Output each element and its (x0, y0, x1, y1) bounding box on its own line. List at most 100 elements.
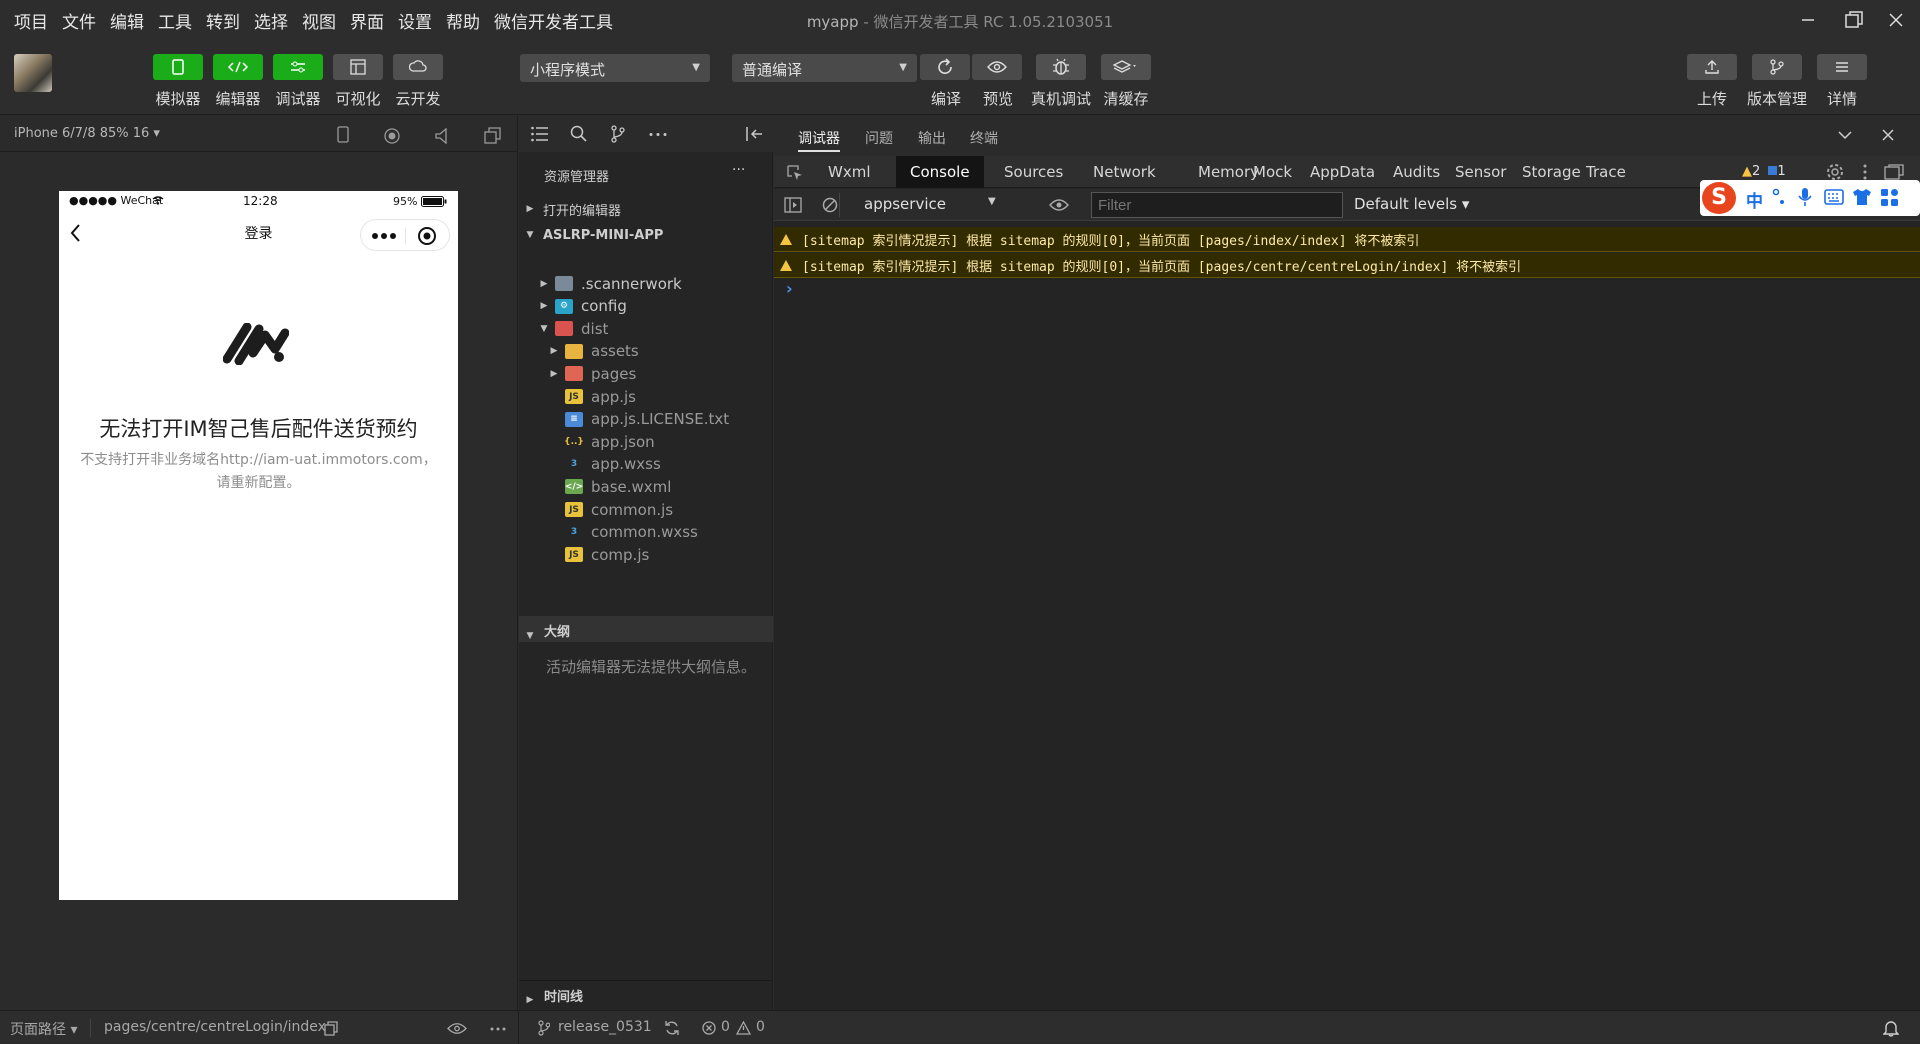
chevron-down-icon[interactable] (1838, 130, 1852, 140)
log-levels-select[interactable]: Default levels ▾ (1354, 195, 1469, 213)
console-warning-row[interactable]: [sitemap 索引情况提示] 根据 sitemap 的规则[0]，当前页面 … (774, 253, 1920, 278)
explorer-more-button[interactable]: ··· (732, 162, 745, 178)
debugger-toggle-button[interactable] (273, 54, 323, 80)
cloud-dev-label: 云开发 (395, 90, 441, 108)
code-icon (227, 61, 249, 73)
warning-count: 2 (1752, 164, 1761, 179)
gear-icon[interactable] (1826, 163, 1844, 181)
warning-count-badge[interactable]: ▲2 1 (1742, 164, 1786, 179)
timeline-section[interactable]: ▶ 时间线 (519, 980, 773, 1006)
tab-console[interactable]: Console (896, 156, 984, 188)
inspect-element-icon[interactable] (786, 164, 804, 182)
warning-count[interactable]: 0 (756, 1019, 765, 1035)
menu-item[interactable]: 微信开发者工具 (494, 8, 613, 33)
error-count[interactable]: 0 (721, 1019, 730, 1035)
phone-rotate-icon[interactable] (336, 126, 350, 144)
remote-debug-button[interactable] (1036, 54, 1086, 80)
branch-icon (538, 1020, 550, 1036)
visual-toggle-button[interactable] (333, 54, 383, 80)
compile-button[interactable] (920, 54, 970, 80)
menu-item[interactable]: 界面 (350, 8, 384, 33)
close-window-button[interactable] (1872, 0, 1920, 40)
warning-icon (736, 1021, 751, 1035)
preview-label: 预览 (982, 90, 1013, 108)
punctuation-icon[interactable] (1772, 188, 1788, 206)
menu-item[interactable]: 视图 (302, 8, 336, 33)
tab-sources[interactable]: Sources (990, 156, 1077, 188)
open-editors-section[interactable]: ▶ 打开的编辑器 (519, 196, 773, 222)
clear-console-icon[interactable] (822, 197, 838, 213)
dock-icon[interactable] (1884, 164, 1904, 180)
more-horizontal-icon[interactable] (649, 132, 667, 137)
menu-item[interactable]: 工具 (158, 8, 192, 33)
record-icon[interactable] (383, 127, 401, 145)
eye-icon[interactable] (1049, 198, 1069, 212)
close-miniprogram-icon[interactable] (417, 226, 437, 246)
eye-icon[interactable] (447, 1022, 467, 1035)
skin-icon[interactable] (1852, 188, 1872, 206)
more-dots-icon[interactable] (371, 232, 397, 240)
carrier-text: ●●●●● WeChat (69, 194, 164, 207)
menu-item[interactable]: 编辑 (110, 8, 144, 33)
menu-item[interactable]: 设置 (398, 8, 432, 33)
search-icon[interactable] (570, 125, 588, 143)
source-control-icon[interactable] (610, 125, 626, 143)
tab-trace[interactable]: Trace (1572, 156, 1640, 188)
kebab-menu-icon[interactable] (1862, 164, 1868, 180)
ime-language-toggle[interactable]: 中 (1746, 187, 1763, 212)
tab-debugger[interactable]: 调试器 (798, 128, 840, 148)
close-icon[interactable] (1881, 128, 1895, 142)
console-filter-input[interactable] (1091, 192, 1343, 218)
compile-select[interactable]: 普通编译 ▼ (732, 54, 917, 82)
git-branch-label[interactable]: release_0531 (558, 1019, 652, 1035)
file-name: config (581, 297, 627, 316)
list-icon[interactable] (531, 126, 549, 142)
bell-icon[interactable] (1883, 1019, 1899, 1037)
tab-network[interactable]: Network (1079, 156, 1170, 188)
restore-button[interactable] (1830, 0, 1878, 40)
details-button[interactable] (1817, 54, 1867, 80)
minimize-button[interactable] (1784, 0, 1832, 40)
copy-icon[interactable] (324, 1021, 338, 1036)
toolbox-icon[interactable] (1880, 188, 1900, 208)
tab-output[interactable]: 输出 (918, 128, 946, 148)
simulator-toggle-button[interactable] (153, 54, 203, 80)
menu-item[interactable]: 帮助 (446, 8, 480, 33)
upload-button[interactable] (1687, 54, 1737, 80)
clear-cache-button[interactable] (1101, 54, 1151, 80)
outline-section[interactable]: ▼ 大纲 (519, 616, 773, 642)
keyboard-icon[interactable] (1824, 189, 1844, 205)
version-management-button[interactable] (1752, 54, 1802, 80)
page-path-select[interactable]: 页面路径 ▾ (10, 1019, 77, 1039)
sidebar-toggle-icon[interactable] (784, 197, 802, 213)
microphone-icon[interactable] (1798, 187, 1812, 207)
menu-item[interactable]: 项目 (14, 8, 48, 33)
ime-logo[interactable]: S (1702, 182, 1736, 214)
file-tree-item[interactable]: JS comp.js (519, 541, 773, 568)
open-editors-label: 打开的编辑器 (543, 203, 622, 219)
device-select[interactable]: iPhone 6/7/8 85% 16 ▾ (14, 126, 160, 141)
cloud-dev-button[interactable] (393, 54, 443, 80)
editor-toggle-button[interactable] (213, 54, 263, 80)
menu-item[interactable]: 选择 (254, 8, 288, 33)
more-horizontal-icon[interactable] (490, 1027, 506, 1031)
tab-terminal[interactable]: 终端 (970, 128, 998, 148)
context-select[interactable]: appservice ▼ (864, 194, 999, 216)
detach-window-icon[interactable] (484, 127, 502, 145)
menu-item[interactable]: 文件 (62, 8, 96, 33)
preview-button[interactable] (972, 54, 1022, 80)
mode-select[interactable]: 小程序模式 ▼ (520, 54, 710, 82)
avatar[interactable] (14, 54, 52, 92)
menu-item[interactable]: 转到 (206, 8, 240, 33)
tab-appdata[interactable]: AppData (1296, 156, 1389, 188)
tab-problems[interactable]: 问题 (865, 128, 893, 148)
tab-wxml[interactable]: Wxml (814, 156, 885, 188)
collapse-panel-icon[interactable] (745, 126, 763, 142)
status-divider (518, 1011, 519, 1044)
volume-icon[interactable] (434, 127, 450, 145)
console-warning-row[interactable]: [sitemap 索引情况提示] 根据 sitemap 的规则[0]，当前页面 … (774, 227, 1920, 252)
project-section[interactable]: ▼ ASLRP-MINI-APP (519, 222, 773, 248)
remote-debug-label: 真机调试 (1030, 90, 1091, 108)
sync-icon[interactable] (664, 1020, 680, 1036)
console-prompt[interactable]: › (786, 279, 793, 298)
